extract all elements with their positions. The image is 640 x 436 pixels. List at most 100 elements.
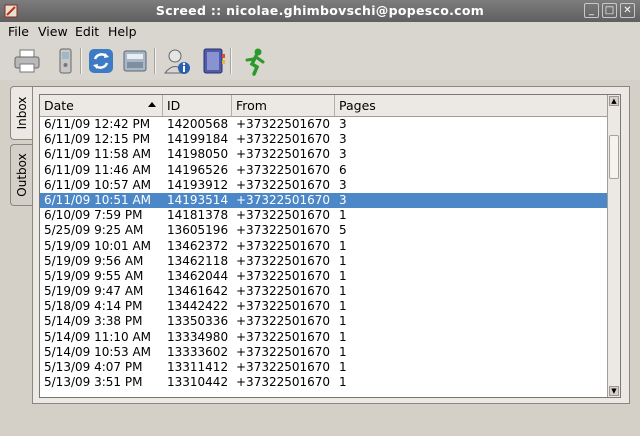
phone-icon[interactable] <box>50 46 80 76</box>
cell-date: 5/13/09 3:51 PM <box>44 375 143 390</box>
cell-from: +37322501670 <box>236 284 331 299</box>
toolbar-separator <box>154 48 156 74</box>
cell-date: 6/11/09 12:15 PM <box>44 132 151 147</box>
cell-pages: 1 <box>339 284 347 299</box>
cell-from: +37322501670 <box>236 162 331 177</box>
column-header-id[interactable]: ID <box>163 95 232 116</box>
cell-pages: 5 <box>339 223 347 238</box>
cell-pages: 1 <box>339 314 347 329</box>
table-row[interactable]: 6/10/09 7:59 PM 14181378 +37322501670 1 <box>40 208 608 223</box>
cell-date: 6/11/09 12:42 PM <box>44 117 151 131</box>
table-row[interactable]: 5/14/09 3:38 PM 13350336 +37322501670 1 <box>40 314 608 329</box>
minimize-button[interactable]: _ <box>584 3 599 18</box>
column-header-from-label: From <box>236 98 267 113</box>
cell-from: +37322501670 <box>236 147 331 162</box>
cell-date: 5/25/09 9:25 AM <box>44 223 144 238</box>
cell-pages: 1 <box>339 344 347 359</box>
cell-id: 13334980 <box>167 329 229 344</box>
cell-id: 13333602 <box>167 344 229 359</box>
cell-pages: 3 <box>339 177 347 192</box>
refresh-icon[interactable] <box>86 46 116 76</box>
cell-date: 5/19/09 9:56 AM <box>44 253 144 268</box>
table-header: Date ID From Pages <box>40 95 608 117</box>
message-table: Date ID From Pages 6/11/09 12:42 PM 14200… <box>39 94 621 398</box>
cell-date: 5/18/09 4:14 PM <box>44 299 143 314</box>
user-info-icon[interactable] <box>162 46 192 76</box>
table-row[interactable]: 5/19/09 9:56 AM 13462118 +37322501670 1 <box>40 254 608 269</box>
table-row[interactable]: 5/14/09 11:10 AM 13334980 +37322501670 1 <box>40 330 608 345</box>
cell-id: 14193912 <box>167 177 229 192</box>
fax-icon[interactable] <box>120 46 150 76</box>
menu-edit[interactable]: Edit <box>75 24 99 39</box>
cell-id: 14181378 <box>167 208 229 223</box>
cell-from: +37322501670 <box>236 329 331 344</box>
cell-id: 13605196 <box>167 223 229 238</box>
table-row[interactable]: 5/19/09 9:47 AM 13461642 +37322501670 1 <box>40 284 608 299</box>
cell-date: 6/11/09 11:46 AM <box>44 162 152 177</box>
cell-id: 13462044 <box>167 268 229 283</box>
vertical-scrollbar[interactable]: ▲ ▼ <box>607 95 620 397</box>
toolbar-separator <box>230 48 232 74</box>
cell-pages: 3 <box>339 132 347 147</box>
cell-pages: 3 <box>339 117 347 131</box>
table-row[interactable]: 5/14/09 10:53 AM 13333602 +37322501670 1 <box>40 345 608 360</box>
cell-id: 14193514 <box>167 192 229 207</box>
cell-from: +37322501670 <box>236 223 331 238</box>
cell-from: +37322501670 <box>236 344 331 359</box>
table-row[interactable]: 6/11/09 10:51 AM 14193514 +37322501670 3 <box>40 192 608 209</box>
table-row[interactable]: 5/18/09 4:14 PM 13442422 +37322501670 1 <box>40 299 608 314</box>
cell-pages: 3 <box>339 192 347 207</box>
maximize-button[interactable]: □ <box>602 3 617 18</box>
scroll-up-arrow-icon[interactable]: ▲ <box>609 96 619 106</box>
cell-id: 14196526 <box>167 162 229 177</box>
tab-outbox[interactable]: Outbox <box>10 144 32 206</box>
menu-help[interactable]: Help <box>108 24 137 39</box>
cell-pages: 1 <box>339 208 347 223</box>
column-header-pages[interactable]: Pages <box>335 95 608 116</box>
table-row[interactable]: 6/11/09 12:42 PM 14200568 +37322501670 3 <box>40 117 608 132</box>
cell-date: 6/11/09 10:51 AM <box>44 192 152 207</box>
menu-file[interactable]: File <box>8 24 29 39</box>
cell-date: 6/11/09 10:57 AM <box>44 177 152 192</box>
scroll-down-arrow-icon[interactable]: ▼ <box>609 386 619 396</box>
window-title: Screed :: nicolae.ghimbovschi@popesco.co… <box>155 3 485 18</box>
column-header-pages-label: Pages <box>339 98 376 113</box>
cell-date: 5/19/09 9:47 AM <box>44 284 144 299</box>
table-row[interactable]: 6/11/09 10:57 AM 14193912 +37322501670 3 <box>40 178 608 193</box>
cell-id: 13462372 <box>167 238 229 253</box>
table-row[interactable]: 5/25/09 9:25 AM 13605196 +37322501670 5 <box>40 223 608 238</box>
exit-run-icon[interactable] <box>240 46 270 76</box>
table-row[interactable]: 5/13/09 4:07 PM 13311412 +37322501670 1 <box>40 360 608 375</box>
cell-from: +37322501670 <box>236 132 331 147</box>
table-row[interactable]: 5/19/09 9:55 AM 13462044 +37322501670 1 <box>40 269 608 284</box>
table-row[interactable]: 5/13/09 3:51 PM 13310442 +37322501670 1 <box>40 375 608 390</box>
cell-from: +37322501670 <box>236 117 331 131</box>
table-row[interactable]: 6/11/09 11:58 AM 14198050 +37322501670 3 <box>40 147 608 162</box>
table-row[interactable]: 6/11/09 11:46 AM 14196526 +37322501670 6 <box>40 163 608 178</box>
table-row[interactable]: 6/11/09 12:15 PM 14199184 +37322501670 3 <box>40 132 608 147</box>
title-bar[interactable]: Screed :: nicolae.ghimbovschi@popesco.co… <box>0 0 640 22</box>
cell-pages: 6 <box>339 162 347 177</box>
scrollbar-thumb[interactable] <box>609 135 619 179</box>
cell-date: 6/10/09 7:59 PM <box>44 208 143 223</box>
cell-id: 13350336 <box>167 314 229 329</box>
column-header-date-label: Date <box>44 98 74 113</box>
toolbar-separator <box>80 48 82 74</box>
cell-from: +37322501670 <box>236 253 331 268</box>
tab-inbox[interactable]: Inbox <box>10 86 32 140</box>
menu-view[interactable]: View <box>38 24 68 39</box>
cell-pages: 1 <box>339 375 347 390</box>
column-header-from[interactable]: From <box>232 95 335 116</box>
cell-from: +37322501670 <box>236 299 331 314</box>
toolbar <box>0 42 640 80</box>
cell-from: +37322501670 <box>236 360 331 374</box>
close-button[interactable]: ✕ <box>620 3 635 18</box>
table-row[interactable]: 5/19/09 10:01 AM 13462372 +37322501670 1 <box>40 239 608 254</box>
printer-icon[interactable] <box>12 46 42 76</box>
column-header-date[interactable]: Date <box>40 95 163 116</box>
cell-id: 13442422 <box>167 299 229 314</box>
cell-id: 13311412 <box>167 360 229 374</box>
cell-date: 5/19/09 10:01 AM <box>44 238 152 253</box>
address-book-icon[interactable] <box>198 46 228 76</box>
cell-pages: 1 <box>339 268 347 283</box>
